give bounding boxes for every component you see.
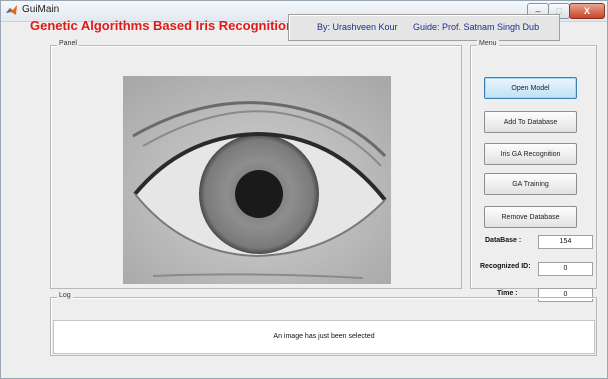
recognized-id-label: Recognized ID: xyxy=(480,263,531,270)
panel-group: Panel xyxy=(50,40,462,289)
close-button[interactable]: X xyxy=(569,3,605,19)
database-field[interactable]: 154 xyxy=(538,235,593,249)
open-model-button[interactable]: Open Model xyxy=(484,77,577,99)
recognized-id-field[interactable]: 0 xyxy=(538,262,593,276)
iris-ga-recognition-button[interactable]: Iris GA Recognition xyxy=(484,143,577,165)
add-to-database-button[interactable]: Add To Database xyxy=(484,111,577,133)
database-label: DataBase : xyxy=(485,237,522,244)
menu-label: Menu xyxy=(477,40,499,47)
author-box: By: Urashveen Kour Guide: Prof. Satnam S… xyxy=(288,14,560,41)
remove-database-button[interactable]: Remove Database xyxy=(484,206,577,228)
app-title: Genetic Algorithms Based Iris Recognitio… xyxy=(30,18,294,33)
guide-text: Guide: Prof. Satnam Singh Dub xyxy=(413,22,540,32)
window-title: GuiMain xyxy=(22,4,60,15)
log-label: Log xyxy=(57,292,73,299)
author-text: By: Urashveen Kour xyxy=(317,22,398,32)
ga-training-button[interactable]: GA Training xyxy=(484,173,577,195)
panel-label: Panel xyxy=(57,40,79,47)
log-message: An image has just been selected xyxy=(53,320,595,354)
time-label: Time : xyxy=(497,290,518,297)
matlab-logo-icon xyxy=(6,5,17,15)
iris-eye-image xyxy=(123,76,391,284)
